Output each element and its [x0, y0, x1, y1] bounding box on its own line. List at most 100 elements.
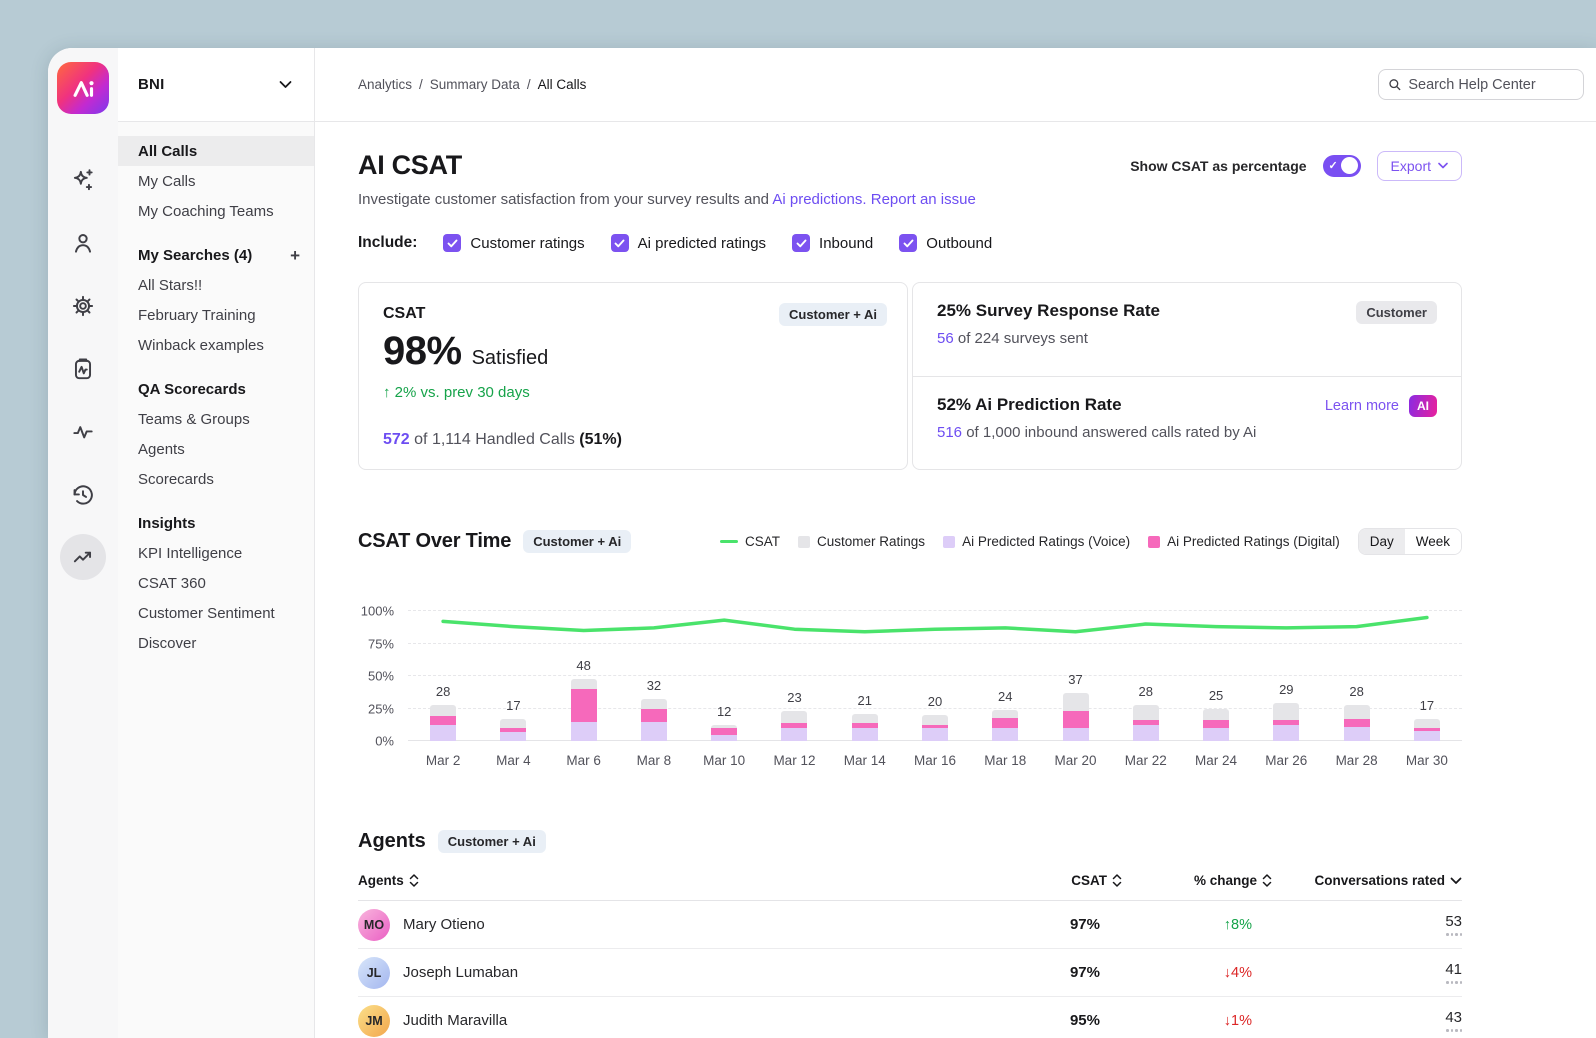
sidebar-item-label: Teams & Groups: [138, 411, 250, 428]
sidebar-section-label: Insights: [138, 515, 196, 532]
learn-more-link[interactable]: Learn more: [1325, 398, 1399, 414]
export-button[interactable]: Export: [1377, 151, 1462, 181]
sidebar-section-my-searches[interactable]: My Searches (4) +: [118, 240, 314, 270]
agent-name: Judith Maravilla: [403, 1012, 507, 1029]
agent-row-mary-otieno[interactable]: MO Mary Otieno 97% ↑8% 53: [358, 901, 1462, 949]
sidebar-item-csat-360[interactable]: CSAT 360: [118, 568, 314, 598]
agents-table-header: Agents CSAT % change Conversations rated: [358, 873, 1462, 901]
csat-percentage-toggle[interactable]: ✓: [1323, 155, 1361, 177]
sidebar-item-label: February Training: [138, 307, 256, 324]
include-checkbox-inbound[interactable]: Inbound: [792, 234, 873, 252]
sidebar-item-teams-groups[interactable]: Teams & Groups: [118, 404, 314, 434]
column-header-percent-change[interactable]: % change: [1122, 873, 1272, 888]
help-search[interactable]: [1378, 69, 1584, 100]
x-axis-tick: Mar 8: [619, 753, 689, 768]
surveys-sent-text: of 224 surveys sent: [954, 330, 1088, 347]
sidebar-item-winback-examples[interactable]: Winback examples: [118, 330, 314, 360]
legend-customer-ratings: Customer Ratings: [798, 534, 925, 549]
sidebar-item-my-calls[interactable]: My Calls: [118, 166, 314, 196]
sidebar-item-customer-sentiment[interactable]: Customer Sentiment: [118, 598, 314, 628]
agent-row-judith-maravilla[interactable]: JM Judith Maravilla 95% ↓1% 43: [358, 997, 1462, 1038]
y-axis-tick: 75%: [368, 636, 394, 651]
ai-prediction-rate-section: 52% Ai Prediction Rate 516 of 1,000 inbo…: [913, 376, 1461, 470]
sidebar-item-discover[interactable]: Discover: [118, 628, 314, 658]
toggle-knob: [1341, 157, 1358, 174]
chevron-down-icon: [279, 80, 292, 89]
include-checkbox-customer-ratings[interactable]: Customer ratings: [443, 234, 584, 252]
settings-gear-icon[interactable]: [70, 292, 97, 319]
workspace-name: BNI: [138, 76, 164, 93]
column-header-csat[interactable]: CSAT: [1002, 873, 1122, 888]
agent-row-joseph-lumaban[interactable]: JL Joseph Lumaban 97% ↓4% 41: [358, 949, 1462, 997]
sidebar: BNI All Calls My Calls My Coaching Teams…: [118, 48, 315, 1038]
customer-ai-badge: Customer + Ai: [779, 303, 887, 326]
surveys-responded-count: 56: [937, 330, 954, 347]
agent-change: ↓1%: [1122, 1013, 1272, 1029]
sidebar-item-my-coaching-teams[interactable]: My Coaching Teams: [118, 196, 314, 226]
search-input[interactable]: [1408, 77, 1574, 93]
history-icon[interactable]: [70, 481, 97, 508]
ai-predictions-link[interactable]: Ai predictions.: [772, 191, 866, 208]
agent-change: ↑8%: [1122, 917, 1272, 933]
report-issue-link[interactable]: Report an issue: [871, 191, 976, 208]
sort-icon: [1262, 874, 1272, 887]
sidebar-section-label: QA Scorecards: [138, 381, 246, 398]
sidebar-section-qa-scorecards[interactable]: QA Scorecards: [118, 374, 314, 404]
workspace-switcher[interactable]: BNI: [118, 48, 314, 122]
x-axis-labels: Mar 2Mar 4Mar 6Mar 8Mar 10Mar 12Mar 14Ma…: [408, 753, 1462, 768]
column-header-agents[interactable]: Agents: [358, 873, 1002, 888]
sidebar-item-label: My Coaching Teams: [138, 203, 274, 220]
agent-csat: 95%: [1002, 1012, 1122, 1029]
sidebar-item-kpi-intelligence[interactable]: KPI Intelligence: [118, 538, 314, 568]
column-header-conversations-rated[interactable]: Conversations rated: [1272, 873, 1462, 888]
range-option-day[interactable]: Day: [1359, 529, 1405, 554]
sidebar-item-all-stars[interactable]: All Stars!!: [118, 270, 314, 300]
sidebar-item-february-training[interactable]: February Training: [118, 300, 314, 330]
avatar: JM: [358, 1005, 390, 1037]
icon-rail: [48, 48, 118, 1038]
breadcrumb-summary-data[interactable]: Summary Data: [430, 77, 520, 92]
range-option-week[interactable]: Week: [1405, 529, 1461, 554]
include-checkbox-outbound[interactable]: Outbound: [899, 234, 992, 252]
include-checkbox-ai-predicted-ratings[interactable]: Ai predicted ratings: [611, 234, 766, 252]
sidebar-item-label: CSAT 360: [138, 575, 206, 592]
page-title: AI CSAT: [358, 150, 462, 181]
column-label: Agents: [358, 873, 404, 888]
customer-badge: Customer: [1356, 301, 1437, 324]
add-search-button[interactable]: +: [290, 247, 300, 264]
rated-dots-icon: [1446, 933, 1462, 936]
column-label: % change: [1194, 873, 1257, 888]
ai-prediction-rate-detail: 516 of 1,000 inbound answered calls rate…: [937, 424, 1256, 441]
rated-dots-icon: [1446, 981, 1462, 984]
chart-legend: CSAT Customer Ratings Ai Predicted Ratin…: [720, 534, 1340, 549]
column-label: CSAT: [1071, 873, 1107, 888]
sort-icon: [409, 874, 419, 887]
avatar: JL: [358, 957, 390, 989]
csat-summary-card: Customer + Ai CSAT 98% Satisfied ↑ 2% vs…: [358, 282, 908, 470]
rated-count: 41: [1445, 961, 1462, 978]
agent-name: Mary Otieno: [403, 916, 485, 933]
breadcrumb-all-calls: All Calls: [538, 77, 587, 92]
sidebar-item-scorecards[interactable]: Scorecards: [118, 464, 314, 494]
csat-suffix: Satisfied: [472, 347, 549, 370]
brand-logo[interactable]: [57, 62, 109, 114]
user-icon[interactable]: [70, 229, 97, 256]
activity-pulse-icon[interactable]: [70, 418, 97, 445]
sidebar-section-insights[interactable]: Insights: [118, 508, 314, 538]
avatar: MO: [358, 909, 390, 941]
sidebar-item-agents[interactable]: Agents: [118, 434, 314, 464]
agents-title: Agents: [358, 830, 426, 853]
sparkles-ai-icon[interactable]: [70, 166, 97, 193]
customer-ai-badge: Customer + Ai: [438, 830, 546, 853]
handled-calls-percent: (51%): [579, 431, 622, 448]
include-filters: Include: Customer ratings Ai predicted r…: [358, 234, 1462, 252]
legend-ai-voice: Ai Predicted Ratings (Voice): [943, 534, 1130, 549]
breadcrumb-analytics[interactable]: Analytics: [358, 77, 412, 92]
call-recordings-icon[interactable]: [70, 355, 97, 382]
sidebar-item-all-calls[interactable]: All Calls: [118, 136, 314, 166]
agent-csat: 97%: [1002, 916, 1122, 933]
square-swatch: [943, 536, 955, 548]
trend-analytics-icon[interactable]: [60, 534, 106, 580]
agent-change: ↓4%: [1122, 965, 1272, 981]
x-axis-tick: Mar 18: [970, 753, 1040, 768]
